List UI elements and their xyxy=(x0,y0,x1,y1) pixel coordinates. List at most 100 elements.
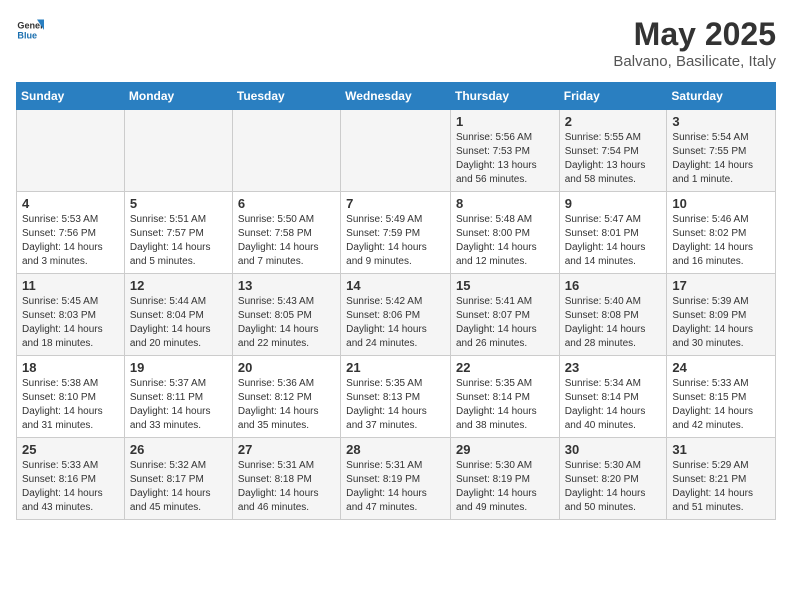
day-number: 12 xyxy=(130,278,227,293)
table-row: 21 Sunrise: 5:35 AM Sunset: 8:13 PM Dayli… xyxy=(341,356,451,438)
day-number: 29 xyxy=(456,442,554,457)
table-row: 6 Sunrise: 5:50 AM Sunset: 7:58 PM Daylig… xyxy=(232,192,340,274)
day-info: Sunrise: 5:33 AM Sunset: 8:15 PM Dayligh… xyxy=(672,377,770,433)
day-number: 25 xyxy=(22,442,119,457)
day-number: 14 xyxy=(346,278,445,293)
table-row: 25 Sunrise: 5:33 AM Sunset: 8:16 PM Dayli… xyxy=(17,438,125,520)
day-number: 15 xyxy=(456,278,554,293)
day-info: Sunrise: 5:41 AM Sunset: 8:07 PM Dayligh… xyxy=(456,295,554,351)
table-row: 11 Sunrise: 5:45 AM Sunset: 8:03 PM Dayli… xyxy=(17,274,125,356)
day-number: 1 xyxy=(456,114,554,129)
table-row: 29 Sunrise: 5:30 AM Sunset: 8:19 PM Dayli… xyxy=(450,438,559,520)
day-info: Sunrise: 5:30 AM Sunset: 8:20 PM Dayligh… xyxy=(565,459,662,515)
table-row: 17 Sunrise: 5:39 AM Sunset: 8:09 PM Dayli… xyxy=(667,274,776,356)
day-number: 10 xyxy=(672,196,770,211)
day-info: Sunrise: 5:33 AM Sunset: 8:16 PM Dayligh… xyxy=(22,459,119,515)
table-row: 7 Sunrise: 5:49 AM Sunset: 7:59 PM Daylig… xyxy=(341,192,451,274)
weekday-header-row: Sunday Monday Tuesday Wednesday Thursday… xyxy=(17,83,776,110)
calendar-week-row: 4Sunrise: 5:53 AM Sunset: 7:56 PM Daylig… xyxy=(17,192,776,274)
day-info: Sunrise: 5:48 AM Sunset: 8:00 PM Dayligh… xyxy=(456,213,554,269)
table-row xyxy=(232,110,340,192)
table-row: 22Sunrise: 5:35 AM Sunset: 8:14 PM Dayli… xyxy=(450,356,559,438)
table-row xyxy=(341,110,451,192)
day-number: 31 xyxy=(672,442,770,457)
table-row xyxy=(124,110,232,192)
day-info: Sunrise: 5:30 AM Sunset: 8:19 PM Dayligh… xyxy=(456,459,554,515)
day-info: Sunrise: 5:35 AM Sunset: 8:14 PM Dayligh… xyxy=(456,377,554,433)
table-row: 24 Sunrise: 5:33 AM Sunset: 8:15 PM Dayli… xyxy=(667,356,776,438)
table-row: 5 Sunrise: 5:51 AM Sunset: 7:57 PM Daylig… xyxy=(124,192,232,274)
day-info: Sunrise: 5:32 AM Sunset: 8:17 PM Dayligh… xyxy=(130,459,227,515)
svg-text:Blue: Blue xyxy=(17,30,37,40)
calendar-title: May 2025 xyxy=(613,16,776,53)
day-number: 5 xyxy=(130,196,227,211)
table-row: 20Sunrise: 5:36 AM Sunset: 8:12 PM Dayli… xyxy=(232,356,340,438)
header-monday: Monday xyxy=(124,83,232,110)
header-thursday: Thursday xyxy=(450,83,559,110)
day-info: Sunrise: 5:50 AM Sunset: 7:58 PM Dayligh… xyxy=(238,213,335,269)
table-row: 9Sunrise: 5:47 AM Sunset: 8:01 PM Daylig… xyxy=(559,192,667,274)
table-row xyxy=(17,110,125,192)
day-number: 23 xyxy=(565,360,662,375)
day-number: 7 xyxy=(346,196,445,211)
table-row: 19Sunrise: 5:37 AM Sunset: 8:11 PM Dayli… xyxy=(124,356,232,438)
day-info: Sunrise: 5:43 AM Sunset: 8:05 PM Dayligh… xyxy=(238,295,335,351)
day-number: 16 xyxy=(565,278,662,293)
day-number: 3 xyxy=(672,114,770,129)
day-number: 2 xyxy=(565,114,662,129)
header-sunday: Sunday xyxy=(17,83,125,110)
calendar-week-row: 11 Sunrise: 5:45 AM Sunset: 8:03 PM Dayli… xyxy=(17,274,776,356)
day-info: Sunrise: 5:31 AM Sunset: 8:18 PM Dayligh… xyxy=(238,459,335,515)
day-number: 21 xyxy=(346,360,445,375)
day-number: 11 xyxy=(22,278,119,293)
day-info: Sunrise: 5:51 AM Sunset: 7:57 PM Dayligh… xyxy=(130,213,227,269)
day-info: Sunrise: 5:56 AM Sunset: 7:53 PM Dayligh… xyxy=(456,131,554,187)
day-info: Sunrise: 5:46 AM Sunset: 8:02 PM Dayligh… xyxy=(672,213,770,269)
header-friday: Friday xyxy=(559,83,667,110)
day-number: 17 xyxy=(672,278,770,293)
day-info: Sunrise: 5:34 AM Sunset: 8:14 PM Dayligh… xyxy=(565,377,662,433)
header-tuesday: Tuesday xyxy=(232,83,340,110)
calendar-table: Sunday Monday Tuesday Wednesday Thursday… xyxy=(16,82,776,520)
day-number: 18 xyxy=(22,360,119,375)
day-info: Sunrise: 5:39 AM Sunset: 8:09 PM Dayligh… xyxy=(672,295,770,351)
day-info: Sunrise: 5:54 AM Sunset: 7:55 PM Dayligh… xyxy=(672,131,770,187)
calendar-week-row: 18 Sunrise: 5:38 AM Sunset: 8:10 PM Dayli… xyxy=(17,356,776,438)
table-row: 10 Sunrise: 5:46 AM Sunset: 8:02 PM Dayli… xyxy=(667,192,776,274)
day-number: 19 xyxy=(130,360,227,375)
logo-icon: General Blue xyxy=(16,16,44,44)
table-row: 2Sunrise: 5:55 AM Sunset: 7:54 PM Daylig… xyxy=(559,110,667,192)
table-row: 3 Sunrise: 5:54 AM Sunset: 7:55 PM Daylig… xyxy=(667,110,776,192)
table-row: 16Sunrise: 5:40 AM Sunset: 8:08 PM Dayli… xyxy=(559,274,667,356)
day-info: Sunrise: 5:42 AM Sunset: 8:06 PM Dayligh… xyxy=(346,295,445,351)
table-row: 27 Sunrise: 5:31 AM Sunset: 8:18 PM Dayli… xyxy=(232,438,340,520)
calendar-subtitle: Balvano, Basilicate, Italy xyxy=(613,53,776,70)
table-row: 18 Sunrise: 5:38 AM Sunset: 8:10 PM Dayli… xyxy=(17,356,125,438)
day-number: 13 xyxy=(238,278,335,293)
day-info: Sunrise: 5:38 AM Sunset: 8:10 PM Dayligh… xyxy=(22,377,119,433)
title-block: May 2025 Balvano, Basilicate, Italy xyxy=(613,16,776,70)
table-row: 4Sunrise: 5:53 AM Sunset: 7:56 PM Daylig… xyxy=(17,192,125,274)
day-number: 27 xyxy=(238,442,335,457)
day-info: Sunrise: 5:45 AM Sunset: 8:03 PM Dayligh… xyxy=(22,295,119,351)
day-info: Sunrise: 5:29 AM Sunset: 8:21 PM Dayligh… xyxy=(672,459,770,515)
day-number: 26 xyxy=(130,442,227,457)
table-row: 12Sunrise: 5:44 AM Sunset: 8:04 PM Dayli… xyxy=(124,274,232,356)
day-info: Sunrise: 5:49 AM Sunset: 7:59 PM Dayligh… xyxy=(346,213,445,269)
day-info: Sunrise: 5:35 AM Sunset: 8:13 PM Dayligh… xyxy=(346,377,445,433)
calendar-week-row: 1 Sunrise: 5:56 AM Sunset: 7:53 PM Daylig… xyxy=(17,110,776,192)
day-number: 6 xyxy=(238,196,335,211)
day-info: Sunrise: 5:47 AM Sunset: 8:01 PM Dayligh… xyxy=(565,213,662,269)
table-row: 30Sunrise: 5:30 AM Sunset: 8:20 PM Dayli… xyxy=(559,438,667,520)
day-number: 24 xyxy=(672,360,770,375)
day-number: 20 xyxy=(238,360,335,375)
table-row: 13 Sunrise: 5:43 AM Sunset: 8:05 PM Dayli… xyxy=(232,274,340,356)
header-saturday: Saturday xyxy=(667,83,776,110)
table-row: 1 Sunrise: 5:56 AM Sunset: 7:53 PM Daylig… xyxy=(450,110,559,192)
header-wednesday: Wednesday xyxy=(341,83,451,110)
table-row: 14 Sunrise: 5:42 AM Sunset: 8:06 PM Dayli… xyxy=(341,274,451,356)
logo: General Blue xyxy=(16,16,44,44)
page-header: General Blue May 2025 Balvano, Basilicat… xyxy=(16,16,776,70)
day-info: Sunrise: 5:53 AM Sunset: 7:56 PM Dayligh… xyxy=(22,213,119,269)
calendar-week-row: 25 Sunrise: 5:33 AM Sunset: 8:16 PM Dayli… xyxy=(17,438,776,520)
